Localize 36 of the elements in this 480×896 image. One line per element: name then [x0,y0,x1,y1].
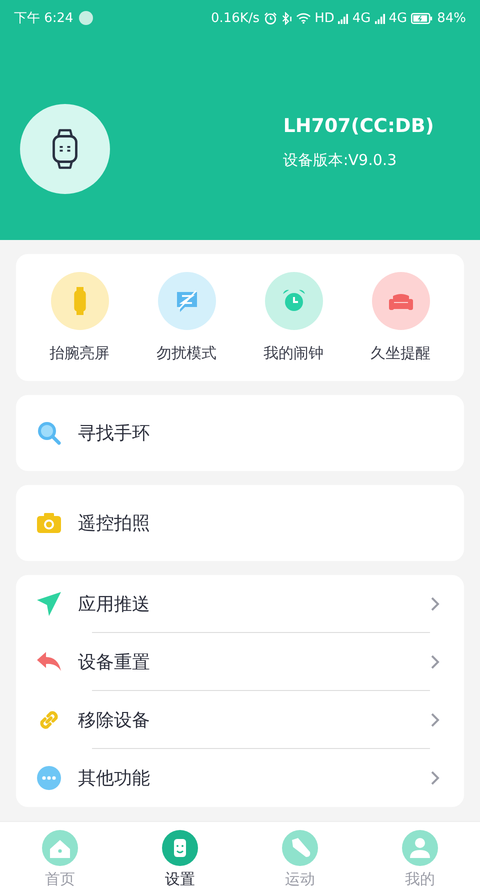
quick-action[interactable]: 抬腕亮屏 [30,272,130,363]
hd-label: HD [314,10,334,26]
watch-icon [50,127,80,171]
list-item[interactable]: 遥控拍照 [16,485,464,561]
battery-level: 84% [437,10,466,26]
quick-action[interactable]: 勿扰模式 [136,272,236,363]
chevron-right-icon [430,596,440,612]
camera-icon [36,510,62,536]
watch-icon [74,287,86,315]
tab[interactable]: 设置 [140,830,220,888]
signal-icon [374,12,385,24]
quick-action[interactable]: 我的闹钟 [244,272,344,363]
battery-icon [411,12,434,24]
more-icon [36,765,62,791]
device-version: 设备版本:V9.0.3 [283,150,398,170]
device-name: LH707(CC:DB) [283,114,434,136]
alarm-icon [264,12,277,24]
bluetooth-icon [280,12,292,24]
send-icon [36,591,62,617]
list-item[interactable]: 寻找手环 [16,395,464,471]
list-item[interactable]: 其他功能 [36,749,444,807]
chevron-right-icon [430,770,440,786]
network-type: 4G [388,10,408,26]
chevron-right-icon [430,712,440,728]
quick-action[interactable]: 久坐提醒 [350,272,450,363]
network-type: 4G [352,10,371,26]
chevron-right-icon [430,654,440,670]
app-status-icon [78,10,94,26]
search-icon [36,420,62,446]
network-speed: 0.16K/s [210,10,260,26]
list-item[interactable]: 设备重置 [36,633,444,691]
list-item[interactable]: 移除设备 [36,691,444,749]
clock-time: 下午 6:24 [14,10,74,27]
wifi-icon [296,12,311,24]
list-item[interactable]: 应用推送 [36,575,444,633]
signal-icon [338,12,348,24]
